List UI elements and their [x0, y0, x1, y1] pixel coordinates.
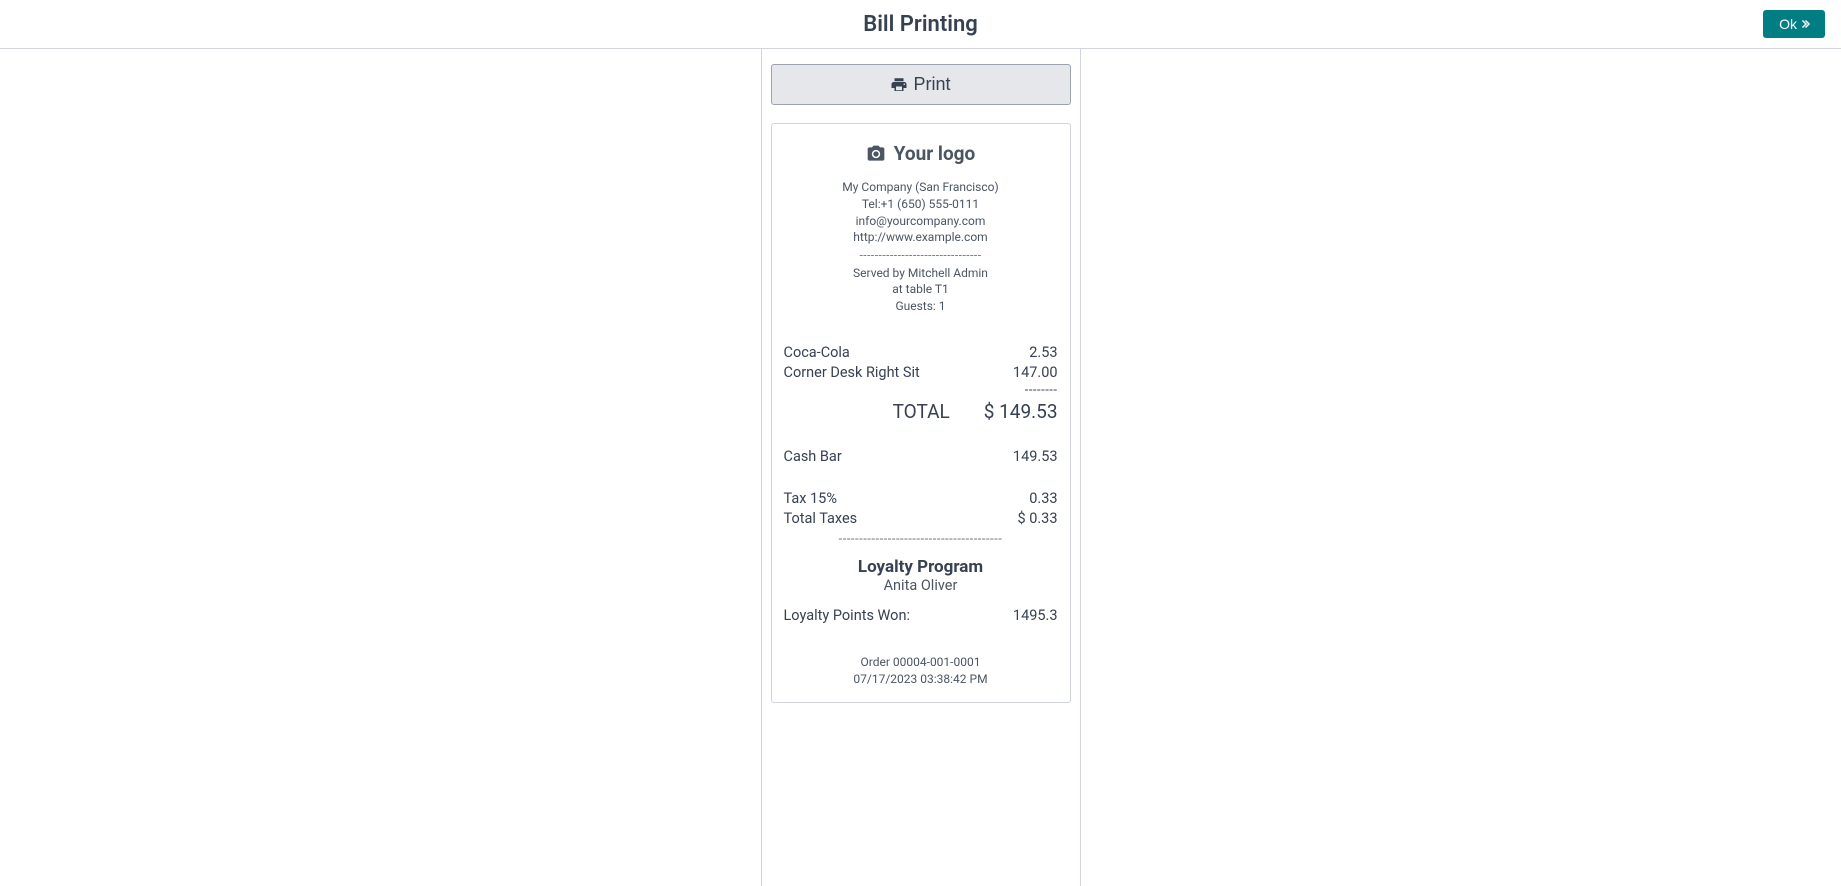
- separator: --------------------------------: [784, 248, 1058, 262]
- tax-amount: 0.33: [1029, 489, 1057, 509]
- print-icon: [890, 76, 908, 94]
- ok-button[interactable]: Ok: [1763, 10, 1825, 38]
- item-name: Corner Desk Right Sit: [784, 363, 920, 383]
- company-name: My Company (San Francisco): [784, 179, 1058, 196]
- payment-method: Cash Bar: [784, 447, 842, 467]
- total-taxes-row: Total Taxes $ 0.33: [784, 509, 1058, 529]
- separator: ----------------------------------------: [784, 532, 1058, 547]
- ok-button-label: Ok: [1779, 16, 1797, 32]
- payment-amount: 149.53: [1013, 447, 1058, 467]
- item-price: 147.00: [1013, 363, 1058, 383]
- page-title: Bill Printing: [863, 12, 978, 37]
- total-taxes-label: Total Taxes: [784, 509, 858, 529]
- receipt-column: Print Your logo My Company (San Francisc…: [761, 49, 1081, 886]
- camera-icon: [866, 144, 886, 164]
- line-item: Coca-Cola 2.53: [784, 343, 1058, 363]
- company-email: info@yourcompany.com: [784, 213, 1058, 230]
- total-label: TOTAL: [893, 400, 950, 423]
- loyalty-title: Loyalty Program: [784, 557, 1058, 577]
- company-info: My Company (San Francisco) Tel:+1 (650) …: [784, 179, 1058, 246]
- total-amount: $ 149.53: [984, 400, 1058, 423]
- separator-right: --------: [784, 384, 1058, 398]
- tax-label: Tax 15%: [784, 489, 837, 509]
- loyalty-points-row: Loyalty Points Won: 1495.3: [784, 606, 1058, 626]
- line-item: Corner Desk Right Sit 147.00: [784, 363, 1058, 383]
- company-tel: Tel:+1 (650) 555-0111: [784, 196, 1058, 213]
- logo-text: Your logo: [894, 142, 976, 165]
- served-table: at table T1: [784, 281, 1058, 298]
- print-button-label: Print: [913, 74, 950, 95]
- logo-row: Your logo: [784, 142, 1058, 165]
- item-name: Coca-Cola: [784, 343, 850, 363]
- company-website: http://www.example.com: [784, 229, 1058, 246]
- loyalty-points-value: 1495.3: [1013, 606, 1058, 626]
- served-by: Served by Mitchell Admin: [784, 265, 1058, 282]
- loyalty-customer: Anita Oliver: [784, 577, 1058, 594]
- total-row: TOTAL $ 149.53: [784, 400, 1058, 423]
- header: Bill Printing Ok: [0, 0, 1841, 49]
- chevron-right-double-icon: [1799, 18, 1811, 30]
- receipt: Your logo My Company (San Francisco) Tel…: [771, 123, 1071, 703]
- print-button[interactable]: Print: [771, 64, 1071, 105]
- order-footer: Order 00004-001-0001 07/17/2023 03:38:42…: [784, 654, 1058, 688]
- served-info: Served by Mitchell Admin at table T1 Gue…: [784, 265, 1058, 315]
- served-guests: Guests: 1: [784, 298, 1058, 315]
- tax-row: Tax 15% 0.33: [784, 489, 1058, 509]
- loyalty-points-label: Loyalty Points Won:: [784, 606, 910, 626]
- payment-row: Cash Bar 149.53: [784, 447, 1058, 467]
- item-price: 2.53: [1029, 343, 1057, 363]
- order-datetime: 07/17/2023 03:38:42 PM: [784, 671, 1058, 688]
- order-number: Order 00004-001-0001: [784, 654, 1058, 671]
- total-taxes-amount: $ 0.33: [1017, 509, 1057, 529]
